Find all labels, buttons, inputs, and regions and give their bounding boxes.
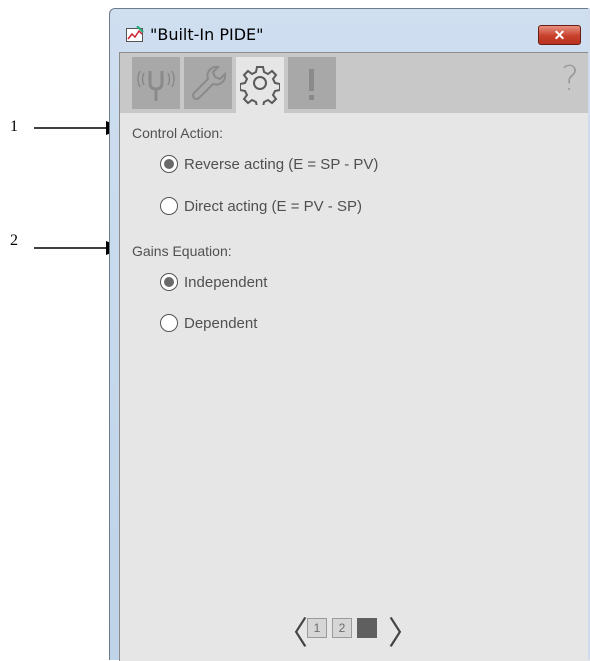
page-navigator: 〈 1 2 3 〉 [120,608,590,652]
tab-bar: ? [120,53,590,113]
callout-number-1: 1 [10,118,18,135]
dependent-radio[interactable] [160,314,178,332]
dependent-label: Dependent [184,314,258,332]
exclamation-icon [309,69,314,100]
wrench-icon [191,65,227,101]
callout-number-2: 2 [10,232,18,249]
dependent-option[interactable]: Dependent [160,312,257,334]
independent-radio[interactable] [160,273,178,291]
independent-option[interactable]: Independent [160,271,267,293]
tab-maintenance[interactable] [184,57,232,109]
faceplate-window: "Built-In PIDE" ✕ ? Control Action: Reve… [109,8,590,661]
previous-page-button[interactable]: 〈 [276,608,308,654]
control-action-label: Control Action: [132,125,224,141]
next-page-button[interactable]: 〉 [388,608,420,654]
page-1-button[interactable]: 1 [307,618,327,638]
tab-alarms[interactable] [288,57,336,109]
direct-acting-label: Direct acting (E = PV - SP) [184,197,362,215]
reverse-acting-label: Reverse acting (E = SP - PV) [184,155,379,173]
app-icon [126,26,144,42]
gains-equation-label: Gains Equation: [132,243,232,259]
tuning-fork-icon [137,70,175,101]
reverse-acting-radio[interactable] [160,155,178,173]
reverse-acting-option[interactable]: Reverse acting (E = SP - PV) [160,153,378,175]
tab-engineering[interactable] [236,57,284,113]
faceplate-body: ? Control Action: Reverse acting (E = SP… [119,52,590,661]
page-3-button[interactable]: 3 [357,618,377,638]
gear-icon [240,66,280,105]
close-button[interactable]: ✕ [538,25,581,45]
window-title: "Built-In PIDE" [150,25,264,44]
title-bar[interactable]: "Built-In PIDE" ✕ [110,9,590,49]
tab-operator[interactable] [132,57,180,109]
direct-acting-radio[interactable] [160,197,178,215]
direct-acting-option[interactable]: Direct acting (E = PV - SP) [160,195,362,217]
help-button[interactable]: ? [561,59,579,99]
independent-label: Independent [184,273,268,291]
page-2-button[interactable]: 2 [332,618,352,638]
